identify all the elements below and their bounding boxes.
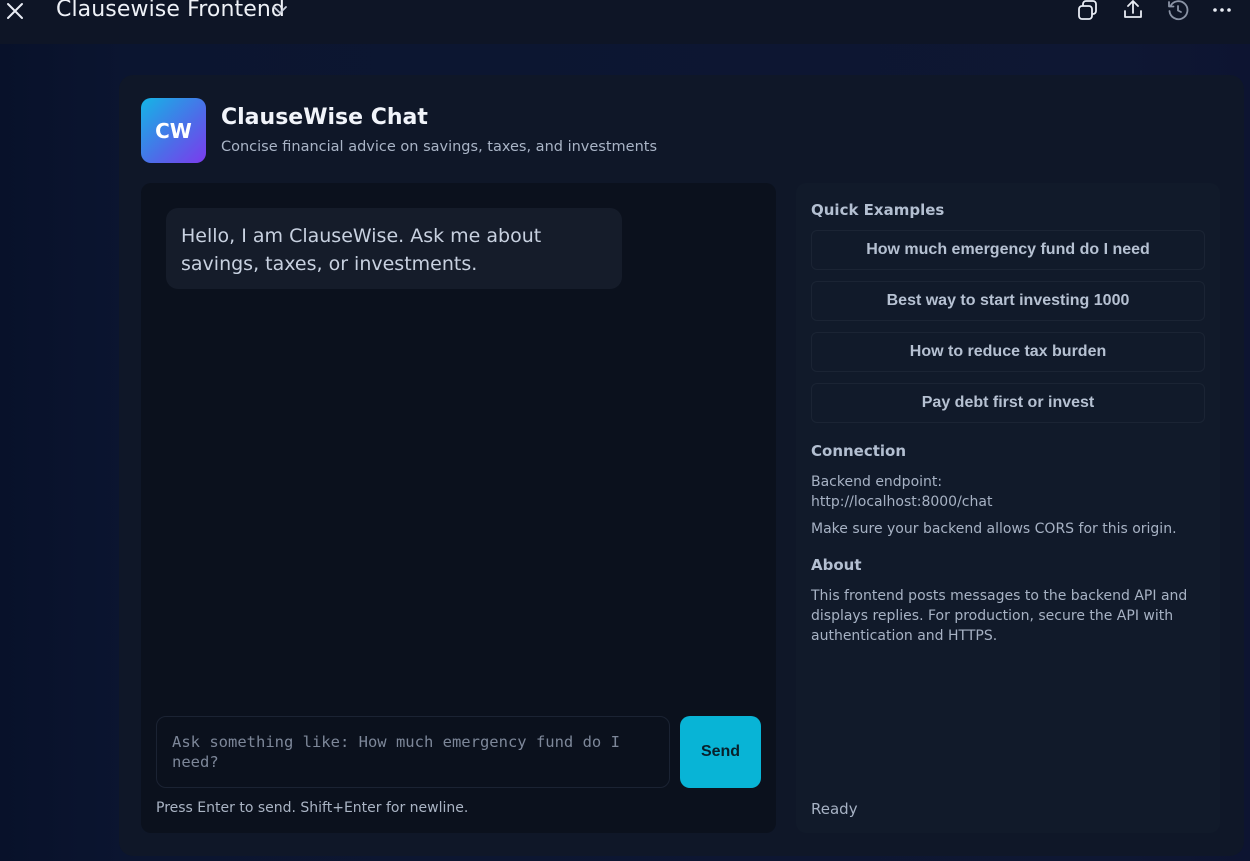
assistant-message: Hello, I am ClauseWise. Ask me about sav… <box>166 208 622 289</box>
about-heading: About <box>811 556 862 574</box>
example-button-debt[interactable]: Pay debt first or invest <box>811 383 1205 423</box>
window-titlebar: Clausewise Frontend <box>0 0 1250 44</box>
app-title: ClauseWise Chat <box>221 105 428 130</box>
history-icon[interactable] <box>1166 0 1190 22</box>
example-button-emergency-fund[interactable]: How much emergency fund do I need <box>811 230 1205 270</box>
app-subtitle: Concise financial advice on savings, tax… <box>221 139 658 155</box>
endpoint-label: Backend endpoint: <box>811 474 943 490</box>
window-title: Clausewise Frontend <box>56 0 285 22</box>
about-text: This frontend posts messages to the back… <box>811 588 1188 644</box>
send-button[interactable]: Send <box>680 716 761 788</box>
close-icon[interactable] <box>4 0 26 22</box>
copy-icon[interactable] <box>1076 0 1100 22</box>
more-icon[interactable] <box>1210 0 1234 22</box>
chat-input[interactable] <box>156 716 670 788</box>
input-hint: Press Enter to send. Shift+Enter for new… <box>156 800 469 816</box>
quick-examples-heading: Quick Examples <box>811 201 945 219</box>
endpoint-url: http://localhost:8000/chat <box>811 494 993 510</box>
status-text: Ready <box>811 800 858 818</box>
app-logo: CW <box>141 98 206 163</box>
connection-heading: Connection <box>811 442 907 460</box>
share-icon[interactable] <box>1121 0 1145 22</box>
chevron-down-icon[interactable] <box>272 3 288 17</box>
cors-note: Make sure your backend allows CORS for t… <box>811 521 1177 537</box>
example-button-investing[interactable]: Best way to start investing 1000 <box>811 281 1205 321</box>
example-button-tax[interactable]: How to reduce tax burden <box>811 332 1205 372</box>
